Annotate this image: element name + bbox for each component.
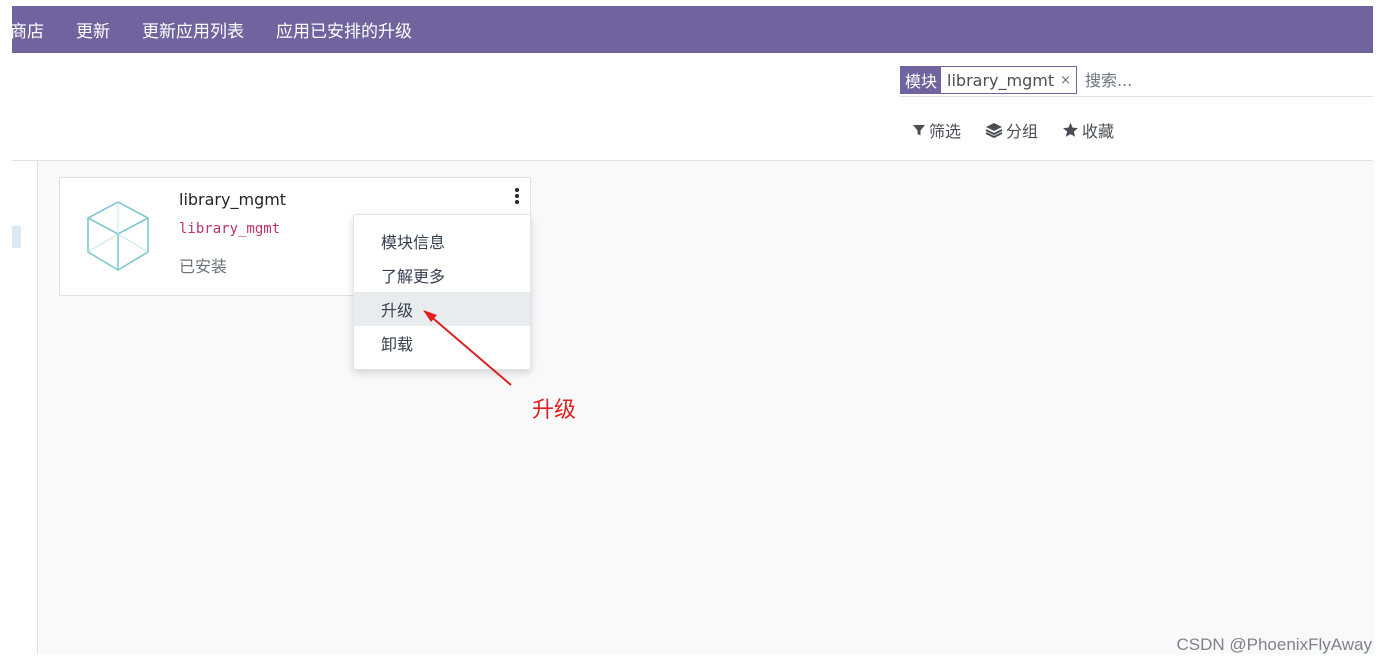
annotation-arrow-icon [423,310,512,386]
watermark: CSDN @PhoenixFlyAway [1176,635,1372,654]
annotation-label: 升级 [532,398,577,423]
